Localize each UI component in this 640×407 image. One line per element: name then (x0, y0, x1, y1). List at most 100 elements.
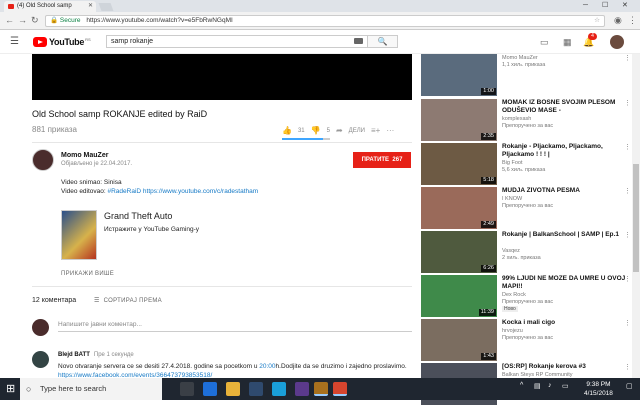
keyboard-language-icon[interactable]: ▭ (562, 382, 569, 390)
extension-icon[interactable]: ◉ (614, 15, 622, 26)
more-actions-icon[interactable]: ··· (386, 126, 394, 135)
network-icon[interactable]: ▤ (534, 382, 541, 390)
thumbs-down-icon[interactable]: 👎 (311, 126, 321, 135)
secure-label: Secure (59, 17, 81, 24)
sort-comments-button[interactable]: ☰ СОРТИРАЈ ПРЕМА (94, 297, 162, 304)
related-video-item[interactable]: 1:43 Kocka i mali cigo hrvojezu Препоручено… (421, 319, 631, 363)
related-video-channel: Big Foot (502, 160, 523, 166)
app-icon[interactable] (272, 382, 286, 396)
forward-icon[interactable]: → (18, 15, 27, 26)
file-explorer-icon[interactable] (226, 382, 240, 396)
task-view-icon[interactable] (180, 382, 194, 396)
reload-icon[interactable]: ↻ (31, 15, 39, 26)
video-player[interactable] (32, 54, 412, 100)
publish-date: Објављено је 22.04.2017. (61, 161, 133, 167)
back-icon[interactable]: ← (5, 15, 14, 26)
scrollbar-thumb[interactable] (633, 164, 639, 272)
taskbar-clock[interactable]: 9:38 PM 4/15/2018 (584, 380, 613, 398)
related-video-item[interactable]: 6:26 Rokanje | BalkanSchool | SAMP | Ep.1… (421, 231, 631, 275)
chrome-icon[interactable] (333, 382, 347, 396)
related-video-title[interactable]: [OS:RP] Rokanje kerova #3 (502, 363, 627, 371)
close-tab-icon[interactable]: ✕ (88, 1, 93, 12)
show-more-button[interactable]: ПРИКАЖИ ВИШЕ (61, 271, 114, 277)
share-icon[interactable]: ➦ (336, 126, 343, 135)
app-icon[interactable] (295, 382, 309, 396)
search-button[interactable]: 🔍 (368, 35, 398, 48)
more-options-icon[interactable]: ⋮ (624, 99, 631, 107)
more-options-icon[interactable]: ⋮ (624, 319, 631, 327)
channel-avatar[interactable] (32, 149, 54, 171)
related-video-item[interactable]: 11:39 99% LJUDI NE MOZE DA UMRE U OVOJ MA… (421, 275, 631, 319)
add-to-playlist-icon[interactable]: ≡+ (371, 126, 380, 135)
upload-video-icon[interactable]: ▭ (540, 37, 549, 48)
related-video-title[interactable]: Rokanje - Pljackamo, Pljackamo, Pljackam… (502, 143, 627, 159)
gaming-explore-link[interactable]: Истражите у YouTube Gaming-у (104, 226, 199, 233)
hamburger-menu-icon[interactable]: ☰ (10, 36, 19, 47)
related-video-item[interactable]: 1:00 Momo MauZer 1,1 хиљ. приказа ⋮ (421, 54, 631, 98)
new-tab-button[interactable] (98, 3, 114, 11)
timestamp-link[interactable]: 20:00 (259, 363, 275, 370)
windows-start-icon[interactable]: ⊞ (6, 383, 15, 395)
share-label[interactable]: ДЕЛИ (349, 128, 365, 134)
browser-tab[interactable]: (4) Old School samp ✕ (4, 1, 96, 12)
related-video-thumbnail[interactable]: 2:49 (421, 187, 497, 229)
description-prefix: Video editovao: (61, 188, 108, 195)
related-video-thumbnail[interactable]: 5:18 (421, 143, 497, 185)
related-video-thumbnail[interactable]: 6:26 (421, 231, 497, 273)
volume-icon[interactable]: ♪ (548, 382, 552, 389)
related-video-title[interactable]: Kocka i mali cigo (502, 319, 627, 327)
page-scrollbar[interactable] (632, 54, 640, 378)
comment-time[interactable]: Пре 1 секунде (94, 352, 134, 358)
related-video-item[interactable]: 2:35 MOMAK IZ BOSNE SVOJIM PLESOM ODUŠEVI… (421, 99, 631, 143)
related-video-meta: Препоручено за вас (502, 123, 554, 129)
more-options-icon[interactable]: ⋮ (624, 275, 631, 283)
related-video-thumbnail[interactable]: 1:00 (421, 54, 497, 96)
game-title[interactable]: Grand Theft Auto (104, 211, 172, 221)
subscribe-button[interactable]: ПРАТИТЕ 267 (353, 152, 411, 168)
keyboard-icon[interactable] (354, 38, 363, 44)
more-options-icon[interactable]: ⋮ (624, 54, 631, 62)
related-video-item[interactable]: 5:18 Rokanje - Pljackamo, Pljackamo, Plja… (421, 143, 631, 187)
apps-grid-icon[interactable]: ▦ (563, 37, 572, 48)
app-icon[interactable] (314, 382, 328, 396)
related-video-thumbnail[interactable]: 2:35 (421, 99, 497, 141)
youtube-logo[interactable]: YouTube RS (33, 36, 91, 48)
related-video-title[interactable]: MUDJA ZIVOTNA PESMA (502, 187, 627, 195)
hashtag-link[interactable]: #RadeRaiD (108, 188, 142, 195)
windows-taskbar: ⊞ ○ Type here to search ^ ▤ ♪ ▭ 9:38 PM … (0, 378, 640, 400)
minimize-icon[interactable]: ─ (583, 0, 588, 11)
related-video-channel: Dex Rock (502, 292, 526, 298)
related-video-title[interactable]: Rokanje | BalkanSchool | SAMP | Ep.1 (502, 231, 627, 239)
related-video-title[interactable]: MOMAK IZ BOSNE SVOJIM PLESOM ODUŠEVIO MA… (502, 99, 627, 115)
related-video-title[interactable]: 99% LJUDI NE MOZE DA UMRE U OVOJ MAPI!! (502, 275, 627, 291)
video-duration: 2:35 (481, 133, 496, 140)
search-input[interactable]: samp rokanje (106, 35, 368, 48)
related-video-thumbnail[interactable]: 11:39 (421, 275, 497, 317)
tray-chevron-icon[interactable]: ^ (520, 382, 523, 389)
related-video-item[interactable]: 2:49 MUDJA ZIVOTNA PESMA I KNOW Препоручено… (421, 187, 631, 231)
comment-author[interactable]: Blejd BATT Пре 1 секунде (58, 352, 134, 358)
close-window-icon[interactable]: ✕ (622, 0, 628, 11)
more-options-icon[interactable]: ⋮ (624, 187, 631, 195)
taskbar-search-input[interactable]: ○ Type here to search (20, 378, 162, 400)
action-center-icon[interactable]: ▢ (626, 382, 633, 390)
more-options-icon[interactable]: ⋮ (624, 363, 631, 371)
maximize-icon[interactable]: ☐ (602, 0, 608, 11)
related-video-thumbnail[interactable]: 1:43 (421, 319, 497, 361)
comment-author-name[interactable]: Blejd BATT (58, 352, 90, 358)
more-options-icon[interactable]: ⋮ (624, 143, 631, 151)
channel-name[interactable]: Momo MauZer (61, 152, 108, 159)
chrome-menu-icon[interactable]: ⋮ (628, 15, 637, 26)
video-duration: 2:49 (481, 221, 496, 228)
account-avatar[interactable] (610, 35, 624, 49)
thumbs-up-icon[interactable]: 👍 (282, 126, 292, 135)
edge-icon[interactable] (203, 382, 217, 396)
more-options-icon[interactable]: ⋮ (624, 231, 631, 239)
address-bar[interactable]: 🔒 Secure https://www.youtube.com/watch?v… (45, 15, 605, 27)
game-cover-image[interactable] (61, 210, 97, 260)
channel-url-link[interactable]: https://www.youtube.com/c/radestatham (143, 188, 258, 195)
bookmark-star-icon[interactable]: ☆ (594, 16, 600, 26)
store-icon[interactable] (249, 382, 263, 396)
comment-input[interactable]: Напишите јавни коментар... (58, 321, 412, 332)
comment-author-avatar[interactable] (32, 351, 49, 368)
